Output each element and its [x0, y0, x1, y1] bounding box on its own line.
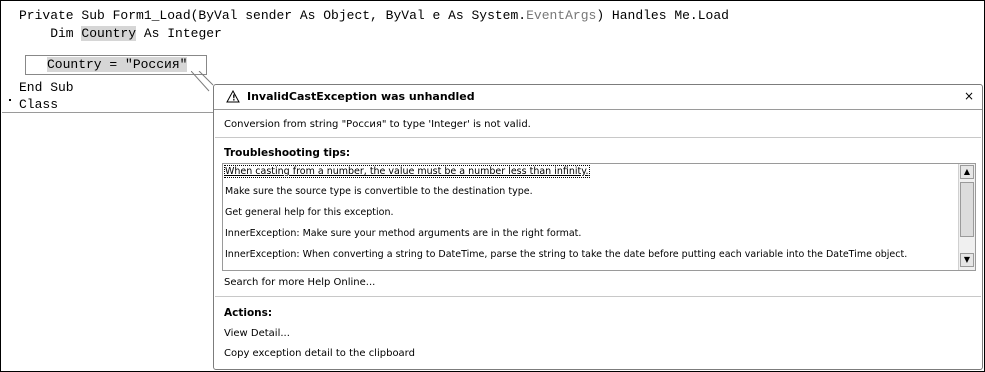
tips-heading: Troubleshooting tips:	[224, 147, 351, 159]
tip-link-5[interactable]: InnerException: When converting a string…	[225, 249, 907, 260]
tip-link-4[interactable]: InnerException: Make sure your method ar…	[225, 228, 581, 239]
view-detail-link[interactable]: View Detail...	[224, 328, 290, 339]
scroll-down-icon[interactable]: ▼	[960, 253, 974, 267]
tip-link-2[interactable]: Make sure the source type is convertible…	[225, 186, 533, 197]
code-text: As Integer	[136, 26, 222, 41]
variable-highlight: Country	[47, 57, 102, 72]
type-name: EventArgs	[526, 8, 597, 23]
scroll-thumb[interactable]	[960, 182, 974, 237]
tips-scrollbar[interactable]: ▲ ▼	[958, 164, 975, 270]
search-help-online-link[interactable]: Search for more Help Online...	[224, 277, 375, 288]
warning-icon: !	[226, 90, 240, 103]
scroll-up-icon[interactable]: ▲	[960, 165, 974, 179]
tip-link-3[interactable]: Get general help for this exception.	[225, 207, 394, 218]
exception-assistant: ! InvalidCastException was unhandled × C…	[213, 84, 983, 370]
gutter-marker	[9, 99, 11, 101]
exception-title: InvalidCastException was unhandled	[247, 90, 475, 103]
code-line-3: Country = "Россия"	[47, 56, 188, 74]
svg-text:!: !	[232, 94, 236, 103]
variable-highlight: Country	[81, 26, 137, 41]
code-line-1: Private Sub Form1_Load(ByVal sender As O…	[19, 7, 729, 25]
divider	[215, 296, 981, 297]
troubleshooting-tips-list[interactable]: When casting from a number, the value mu…	[222, 163, 976, 271]
close-icon[interactable]: ×	[964, 89, 974, 103]
exception-message: Conversion from string "Россия" to type …	[224, 119, 531, 130]
code-text: ) Handles Me.Load	[596, 8, 729, 23]
code-text: = "Россия"	[101, 57, 188, 72]
code-line-2: Dim Country As Integer	[19, 25, 222, 43]
code-text: Dim	[19, 26, 82, 41]
code-line-4: End Sub	[19, 80, 74, 95]
actions-heading: Actions:	[224, 307, 273, 319]
divider	[215, 137, 981, 138]
code-text: Private Sub Form1_Load(ByVal sender As O…	[19, 8, 527, 23]
copy-exception-link[interactable]: Copy exception detail to the clipboard	[224, 348, 415, 359]
assistant-header: ! InvalidCastException was unhandled ×	[214, 85, 982, 110]
tip-link-1[interactable]: When casting from a number, the value mu…	[224, 165, 590, 178]
